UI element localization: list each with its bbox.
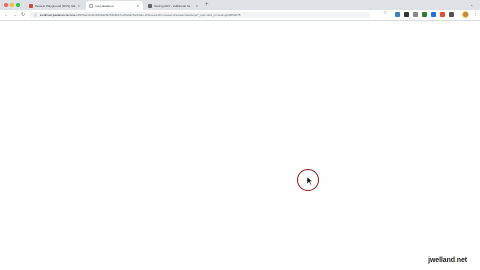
- tab-label: mod-details-ui: [95, 3, 114, 8]
- profile-avatar[interactable]: [462, 11, 469, 18]
- extension-icon[interactable]: [413, 12, 418, 17]
- extension-icon[interactable]: [395, 12, 400, 17]
- tab-label: Testing ADV - Additional Javafx Feature: [154, 3, 194, 8]
- bookmark-star-icon[interactable]: ☆: [383, 11, 388, 16]
- back-button[interactable]: ←: [4, 12, 9, 18]
- watermark: jwelland.net: [428, 257, 467, 264]
- browser-menu-icon[interactable]: ⋮: [473, 11, 478, 17]
- maximize-window-button[interactable]: [16, 3, 20, 7]
- tab-close-icon[interactable]: ×: [137, 3, 139, 8]
- tab-close-icon[interactable]: ×: [196, 3, 198, 8]
- extension-icon[interactable]: [431, 12, 436, 17]
- close-window-button[interactable]: [4, 3, 8, 7]
- new-tab-button[interactable]: +: [205, 1, 209, 9]
- url-path: b35ffbab4cdc2b26ba28/c63b8cb7ed/fafeb/6e…: [76, 13, 241, 17]
- tab-pentest-playground[interactable]: Pentest Playground (DVS) GE ×: [26, 1, 84, 10]
- site-info-icon[interactable]: ⓘ: [34, 13, 37, 17]
- tab-mod-details-ui[interactable]: mod-details-ui ×: [86, 1, 143, 10]
- site-favicon-icon: [29, 3, 33, 8]
- watermark-tld: net: [456, 257, 467, 264]
- reload-button[interactable]: ↻: [21, 12, 25, 18]
- mouse-pointer-icon: [306, 176, 314, 186]
- forward-button[interactable]: →: [12, 12, 17, 18]
- tab-label: Pentest Playground (DVS) GE: [35, 3, 76, 8]
- tab-close-icon[interactable]: ×: [78, 3, 80, 8]
- tab-search-icon[interactable]: ⌄: [470, 2, 473, 7]
- page-favicon-icon: [89, 3, 93, 8]
- tab-testing-adv[interactable]: Testing ADV - Additional Javafx Feature …: [145, 1, 202, 10]
- extensions-puzzle-icon[interactable]: [449, 12, 454, 17]
- tab-strip: Pentest Playground (DVS) GE × mod-detail…: [0, 0, 480, 10]
- address-bar[interactable]: ⓘ localhost:jwelland.com/xss. b35ffbab4c…: [30, 12, 370, 18]
- url-host: localhost:jwelland.com/xss.: [40, 13, 77, 17]
- extension-icon[interactable]: [422, 12, 427, 17]
- minimize-window-button[interactable]: [10, 3, 14, 7]
- extension-icon[interactable]: [440, 12, 445, 17]
- extension-icon[interactable]: [404, 12, 409, 17]
- watermark-brand: jwelland: [428, 257, 455, 264]
- site-favicon-icon: [148, 3, 152, 8]
